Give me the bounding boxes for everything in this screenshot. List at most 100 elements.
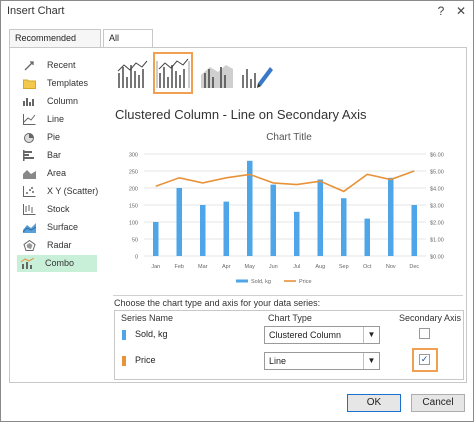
sidebar-item-surface[interactable]: Surface bbox=[19, 219, 103, 236]
ok-button[interactable]: OK bbox=[347, 394, 401, 412]
x-tick-label: Jun bbox=[269, 264, 278, 270]
chevron-down-icon: ▼ bbox=[363, 327, 379, 343]
area-chart-icon bbox=[23, 170, 36, 179]
sidebar-item-bar[interactable]: Bar bbox=[19, 147, 103, 164]
x-tick-label: Jul bbox=[293, 264, 300, 270]
x-tick-label: Oct bbox=[363, 264, 372, 270]
x-tick-label: Feb bbox=[175, 264, 184, 270]
sidebar-item-scatter[interactable]: X Y (Scatter) bbox=[19, 183, 103, 200]
stacked-area-clustered-column-icon bbox=[201, 65, 233, 88]
series-name: Price bbox=[135, 355, 156, 365]
column-chart-icon bbox=[23, 98, 34, 106]
y-tick-label: 100 bbox=[129, 221, 138, 227]
y-tick-label: 200 bbox=[129, 187, 138, 193]
x-tick-label: Mar bbox=[198, 264, 208, 270]
secondary-axis-checkbox[interactable]: ✓ bbox=[419, 354, 430, 365]
header-secondary-axis: Secondary Axis bbox=[399, 313, 462, 323]
chart-legend: Sold, kg Price bbox=[236, 279, 312, 285]
chart-title: Chart Title bbox=[266, 132, 312, 143]
bar bbox=[364, 218, 370, 256]
custom-combination-icon bbox=[242, 67, 273, 88]
sidebar-item-radar[interactable]: Radar bbox=[19, 237, 103, 254]
sidebar-item-column[interactable]: Column bbox=[19, 93, 103, 110]
tab-all-charts[interactable]: All Charts bbox=[103, 29, 153, 60]
bar bbox=[341, 198, 347, 256]
x-tick-label: Nov bbox=[386, 264, 396, 270]
sidebar-item-templates[interactable]: Templates bbox=[19, 75, 103, 92]
bar bbox=[317, 179, 323, 256]
sidebar-item-area[interactable]: Area bbox=[19, 165, 103, 182]
sidebar-item-combo[interactable]: Combo bbox=[17, 255, 97, 272]
series-row-price: Price Line ▼ ✓ bbox=[115, 348, 463, 376]
y-tick-label: 0 bbox=[135, 255, 138, 261]
chart-preview-svg: Chart Title 0 50 100 150 200 250 300 $0.00 $1.0… bbox=[129, 132, 444, 285]
chart-type-select[interactable]: Line ▼ bbox=[264, 352, 380, 370]
radar-chart-icon bbox=[23, 240, 36, 251]
dialog-title: Insert Chart bbox=[7, 5, 65, 17]
header-series-name: Series Name bbox=[121, 313, 174, 323]
y-tick-label: 150 bbox=[129, 204, 138, 210]
y2-tick-label: $3.00 bbox=[430, 204, 444, 210]
bar bbox=[153, 222, 159, 256]
x-tick-label: Dec bbox=[409, 264, 419, 270]
chevron-down-icon: ▼ bbox=[363, 353, 379, 369]
x-tick-label: Jan bbox=[151, 264, 160, 270]
sidebar-item-stock[interactable]: Stock bbox=[19, 201, 103, 218]
subtype-title: Clustered Column - Line on Secondary Axi… bbox=[115, 107, 367, 122]
y2-tick-label: $6.00 bbox=[430, 153, 444, 159]
pie-chart-icon bbox=[24, 133, 34, 143]
series-row-sold: Sold, kg Clustered Column ▼ bbox=[115, 324, 463, 350]
series-prompt: Choose the chart type and axis for your … bbox=[114, 298, 321, 308]
scatter-chart-icon bbox=[23, 186, 36, 197]
series-color-swatch bbox=[122, 330, 126, 340]
series-color-swatch bbox=[122, 356, 126, 366]
y2-tick-label: $4.00 bbox=[430, 187, 444, 193]
secondary-axis-checkbox[interactable] bbox=[419, 328, 430, 339]
x-tick-label: May bbox=[245, 264, 256, 270]
subtype-clustered-column-line-secondary[interactable] bbox=[153, 52, 193, 94]
combo-chart-icon bbox=[21, 258, 34, 269]
x-tick-label: Sep bbox=[339, 264, 349, 270]
y-tick-label: 50 bbox=[132, 238, 138, 244]
sidebar-item-recent[interactable]: Recent bbox=[19, 57, 103, 74]
y2-tick-label: $2.00 bbox=[430, 221, 444, 227]
surface-chart-icon bbox=[23, 223, 36, 233]
bar bbox=[388, 177, 394, 256]
bar bbox=[223, 201, 229, 256]
legend-label-price: Price bbox=[299, 279, 312, 285]
title-bar: Insert Chart ? ✕ bbox=[1, 1, 473, 23]
y2-tick-label: $0.00 bbox=[430, 255, 444, 261]
insert-chart-dialog: Insert Chart ? ✕ Recommended Charts All … bbox=[0, 0, 474, 422]
clustered-column-line-icon bbox=[117, 60, 148, 88]
chart-type-select[interactable]: Clustered Column ▼ bbox=[264, 326, 380, 344]
sidebar-item-pie[interactable]: Pie bbox=[19, 129, 103, 146]
bar bbox=[270, 184, 276, 256]
bar-chart-icon bbox=[23, 150, 34, 161]
cancel-button[interactable]: Cancel bbox=[411, 394, 465, 412]
stock-chart-icon bbox=[23, 204, 36, 215]
header-chart-type: Chart Type bbox=[268, 313, 312, 323]
y2-tick-label: $1.00 bbox=[430, 238, 444, 244]
help-button[interactable]: ? bbox=[433, 3, 449, 19]
bar bbox=[176, 188, 182, 256]
subtype-clustered-column-line[interactable] bbox=[114, 53, 152, 93]
y-tick-label: 300 bbox=[129, 153, 138, 159]
chart-preview: Chart Title 0 50 100 150 200 250 300 $0.00 $1.0… bbox=[114, 125, 464, 293]
sidebar-item-line[interactable]: Line bbox=[19, 111, 103, 128]
folder-icon bbox=[23, 79, 36, 89]
bar bbox=[411, 205, 417, 256]
recent-icon bbox=[24, 61, 34, 71]
tab-recommended-charts[interactable]: Recommended Charts bbox=[9, 29, 101, 60]
subtype-stacked-area-clustered-column[interactable] bbox=[198, 53, 236, 93]
y-tick-label: 250 bbox=[129, 170, 138, 176]
bar bbox=[200, 205, 206, 256]
legend-label-sold: Sold, kg bbox=[251, 279, 271, 285]
y2-tick-label: $5.00 bbox=[430, 170, 444, 176]
bar bbox=[294, 211, 300, 256]
series-name: Sold, kg bbox=[135, 329, 168, 339]
subtype-custom-combination[interactable] bbox=[238, 53, 276, 93]
close-button[interactable]: ✕ bbox=[453, 3, 469, 19]
clustered-column-line-secondary-icon bbox=[156, 58, 190, 88]
x-tick-label: Apr bbox=[222, 264, 231, 270]
series-config-table: Series Name Chart Type Secondary Axis So… bbox=[114, 310, 464, 380]
